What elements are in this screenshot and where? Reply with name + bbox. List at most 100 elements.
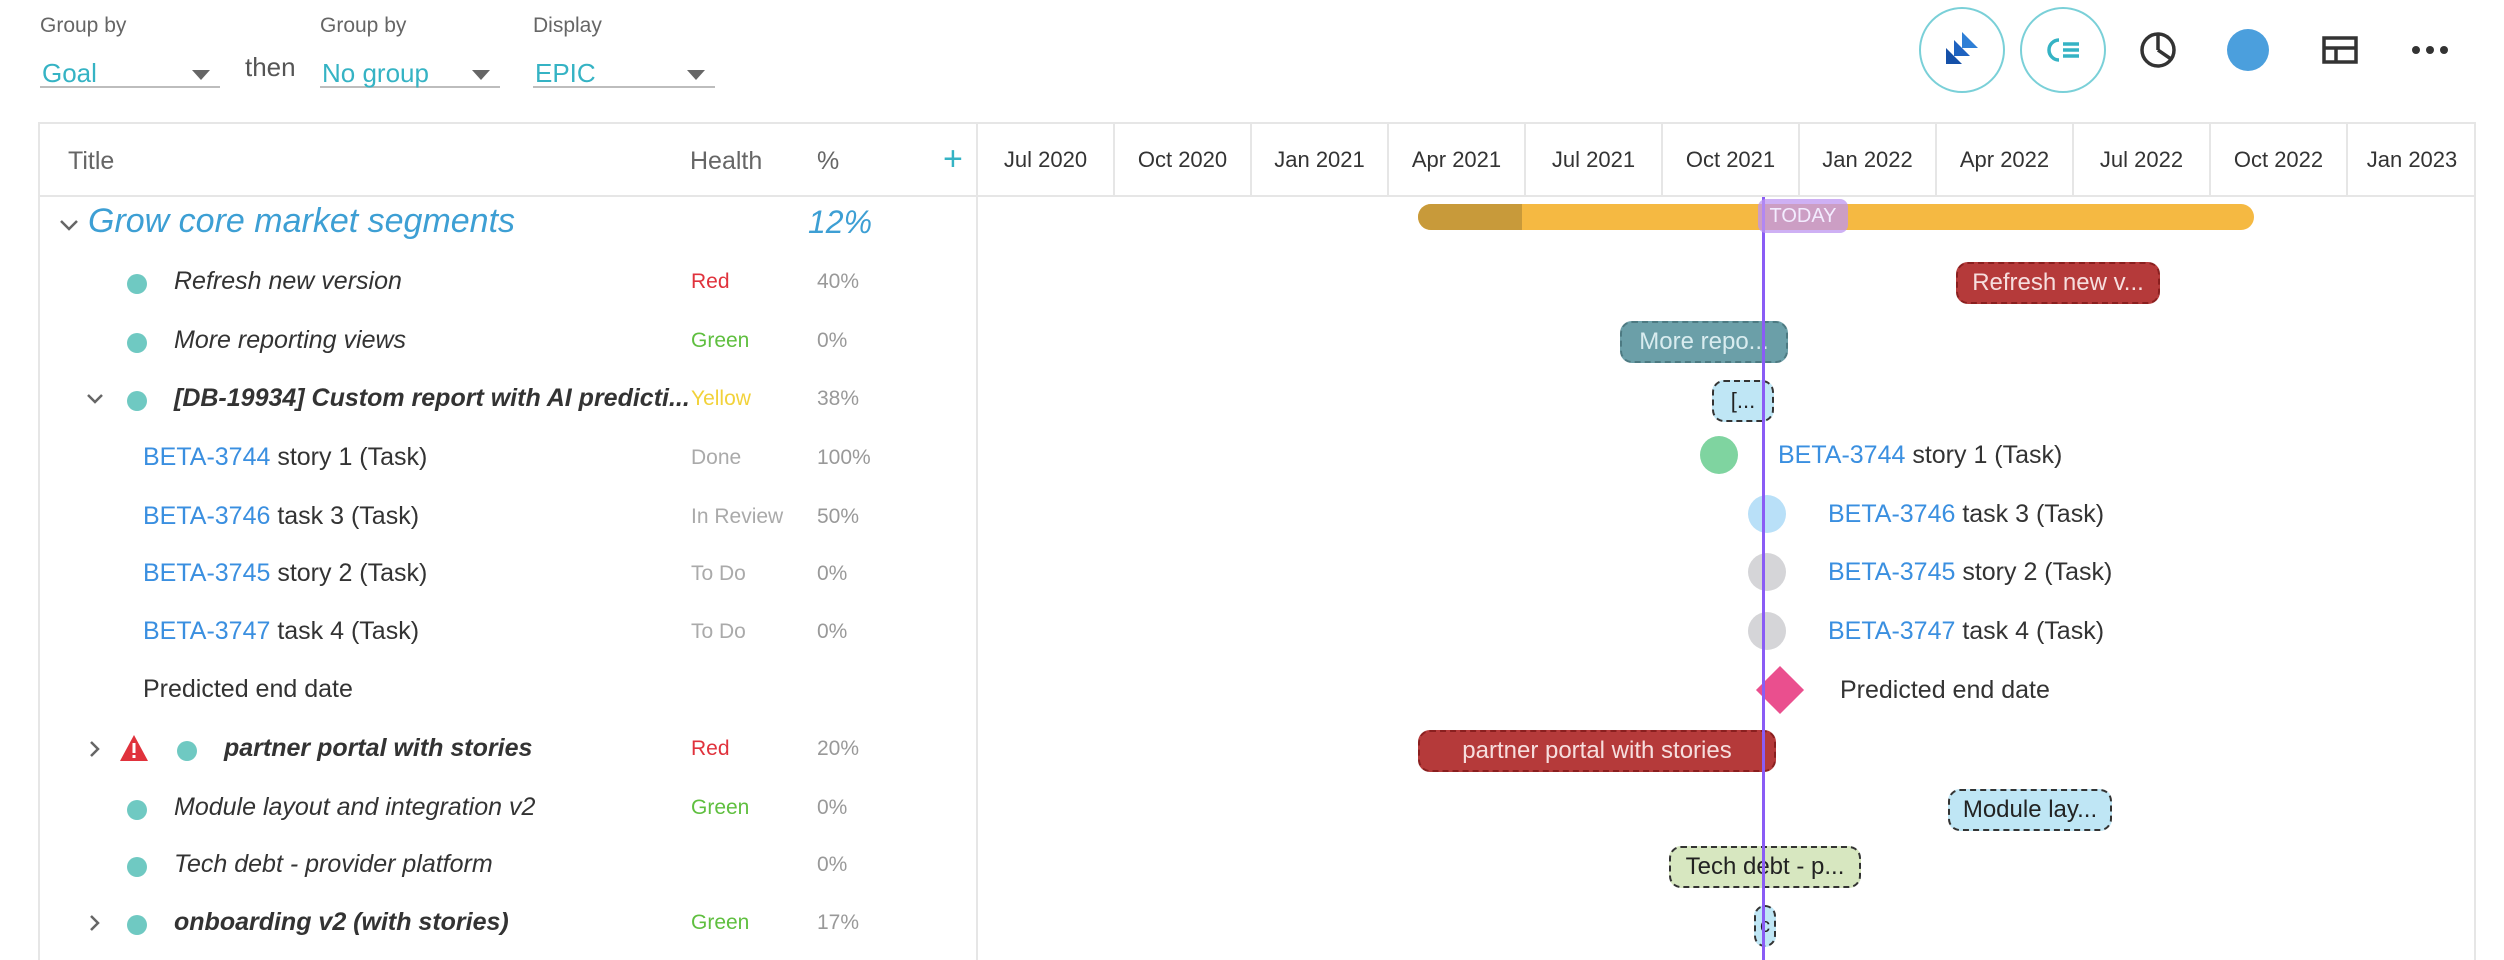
panel-divider[interactable] — [976, 122, 978, 960]
task-status-dot[interactable] — [1700, 436, 1738, 474]
chevron-down-icon — [687, 70, 705, 80]
column-percent-header[interactable]: % — [817, 147, 839, 176]
row-status: Done — [691, 446, 742, 469]
table-row[interactable]: onboarding v2 (with stories) Green 17% — [40, 894, 976, 952]
month-header: Apr 2022 — [1937, 122, 2074, 197]
chevron-down-icon — [472, 70, 490, 80]
issue-key-link[interactable]: BETA-3745 — [1828, 558, 1955, 586]
row-health: Red — [691, 270, 730, 293]
gantt-bar-onboarding[interactable]: c — [1754, 905, 1776, 947]
gantt-bar-refresh[interactable]: Refresh new v... — [1956, 262, 2160, 304]
row-title[interactable]: BETA-3747 task 4 (Task) — [143, 617, 419, 646]
row-title[interactable]: partner portal with stories — [224, 734, 532, 763]
table-row[interactable]: BETA-3745 story 2 (Task) To Do 0% — [40, 545, 976, 603]
month-header: Oct 2022 — [2211, 122, 2348, 197]
row-percent: 38% — [817, 387, 860, 410]
table-row[interactable]: BETA-3744 story 1 (Task) Done 100% — [40, 429, 976, 487]
row-title[interactable]: BETA-3744 story 1 (Task) — [143, 443, 427, 472]
table-row[interactable]: [DB-19934] Custom report with AI predict… — [40, 370, 976, 428]
gantt-bar-partner-portal[interactable]: partner portal with stories — [1418, 730, 1776, 772]
status-dot — [127, 857, 147, 877]
row-title[interactable]: Tech debt - provider platform — [174, 850, 493, 879]
row-title[interactable]: Predicted end date — [143, 675, 353, 704]
chevron-right-icon[interactable] — [85, 739, 105, 759]
chevron-down-icon[interactable] — [58, 217, 80, 233]
row-title[interactable]: [DB-19934] Custom report with AI predict… — [174, 384, 690, 413]
group-by-value: No group — [322, 58, 429, 88]
month-header: Jan 2022 — [1800, 122, 1937, 197]
table-row[interactable]: More reporting views Green 0% — [40, 312, 976, 370]
row-percent: 50% — [817, 505, 860, 528]
row-percent: 0% — [817, 562, 848, 585]
color-button[interactable] — [2218, 7, 2278, 93]
collapse-list-button[interactable] — [2020, 7, 2106, 93]
issue-key-link[interactable]: BETA-3747 — [143, 617, 270, 645]
collapse-list-icon — [2047, 38, 2079, 62]
row-percent: 0% — [817, 853, 848, 876]
issue-key-link[interactable]: BETA-3746 — [1828, 500, 1955, 528]
table-row[interactable]: BETA-3746 task 3 (Task) In Review 50% — [40, 488, 976, 546]
column-health-header[interactable]: Health — [690, 147, 762, 176]
display-control[interactable]: Display EPIC — [533, 14, 715, 88]
row-percent: 40% — [817, 270, 860, 293]
row-health: Green — [691, 329, 750, 352]
status-dot — [127, 800, 147, 820]
task-status-dot[interactable] — [1748, 553, 1786, 591]
table-row[interactable]: BETA-3747 task 4 (Task) To Do 0% — [40, 603, 976, 661]
layout-button[interactable] — [2310, 7, 2370, 93]
group-by-secondary[interactable]: Group by No group — [320, 14, 500, 88]
row-title[interactable]: onboarding v2 (with stories) — [174, 908, 509, 937]
issue-key-link[interactable]: BETA-3744 — [1778, 441, 1905, 469]
status-dot — [127, 274, 147, 294]
gantt-task-text: task 3 (Task) — [1955, 500, 2105, 528]
goal-percent: 12% — [808, 204, 873, 240]
month-header: Apr 2021 — [1389, 122, 1526, 197]
table-row[interactable]: partner portal with stories Red 20% — [40, 720, 976, 778]
column-title-header[interactable]: Title — [68, 147, 114, 176]
goal-title[interactable]: Grow core market segments — [88, 202, 515, 241]
color-dot-icon — [2227, 29, 2269, 71]
group-by-label: Group by — [40, 14, 127, 37]
row-percent: 0% — [817, 329, 848, 352]
gantt-task-label: BETA-3747 task 4 (Task) — [1828, 617, 2104, 646]
group-by-select[interactable]: No group — [320, 46, 500, 88]
row-title[interactable]: More reporting views — [174, 326, 406, 355]
row-percent: 17% — [817, 911, 860, 934]
gantt-task-text: story 2 (Task) — [1955, 558, 2113, 586]
issue-key-link[interactable]: BETA-3746 — [143, 502, 270, 530]
jira-button[interactable] — [1919, 7, 2005, 93]
row-status: In Review — [691, 505, 784, 528]
row-percent: 0% — [817, 796, 848, 819]
gantt-bar-tech-debt[interactable]: Tech debt - p... — [1669, 846, 1861, 888]
table-row[interactable]: Tech debt - provider platform 0% — [40, 836, 976, 894]
group-by-primary[interactable]: Group by Goal — [40, 14, 220, 88]
issue-key-link[interactable]: BETA-3745 — [143, 559, 270, 587]
more-button[interactable] — [2400, 7, 2460, 93]
row-percent: 0% — [817, 620, 848, 643]
chevron-down-icon[interactable] — [85, 389, 105, 409]
pie-chart-button[interactable] — [2128, 7, 2188, 93]
table-row[interactable]: Predicted end date — [40, 661, 976, 719]
month-header: Oct 2020 — [1115, 122, 1252, 197]
row-title-text: story 1 (Task) — [270, 443, 428, 471]
today-line — [1762, 197, 1765, 960]
row-title[interactable]: Module layout and integration v2 — [174, 793, 535, 822]
table-row[interactable]: Refresh new version Red 40% — [40, 253, 976, 311]
add-column-button[interactable]: + — [943, 142, 963, 176]
group-by-select[interactable]: Goal — [40, 46, 220, 88]
task-status-dot[interactable] — [1748, 495, 1786, 533]
table-row[interactable]: Module layout and integration v2 Green 0… — [40, 779, 976, 837]
chevron-right-icon[interactable] — [85, 913, 105, 933]
display-select[interactable]: EPIC — [533, 46, 715, 88]
row-title[interactable]: Refresh new version — [174, 267, 402, 296]
gantt-task-text: story 1 (Task) — [1905, 441, 2063, 469]
group-by-value: Goal — [42, 58, 97, 88]
task-status-dot[interactable] — [1748, 612, 1786, 650]
issue-key-link[interactable]: BETA-3744 — [143, 443, 270, 471]
row-health: Green — [691, 796, 750, 819]
row-percent: 20% — [817, 737, 860, 760]
gantt-bar-module-layout[interactable]: Module lay... — [1948, 789, 2112, 831]
issue-key-link[interactable]: BETA-3747 — [1828, 617, 1955, 645]
row-title[interactable]: BETA-3746 task 3 (Task) — [143, 502, 419, 531]
row-title[interactable]: BETA-3745 story 2 (Task) — [143, 559, 427, 588]
